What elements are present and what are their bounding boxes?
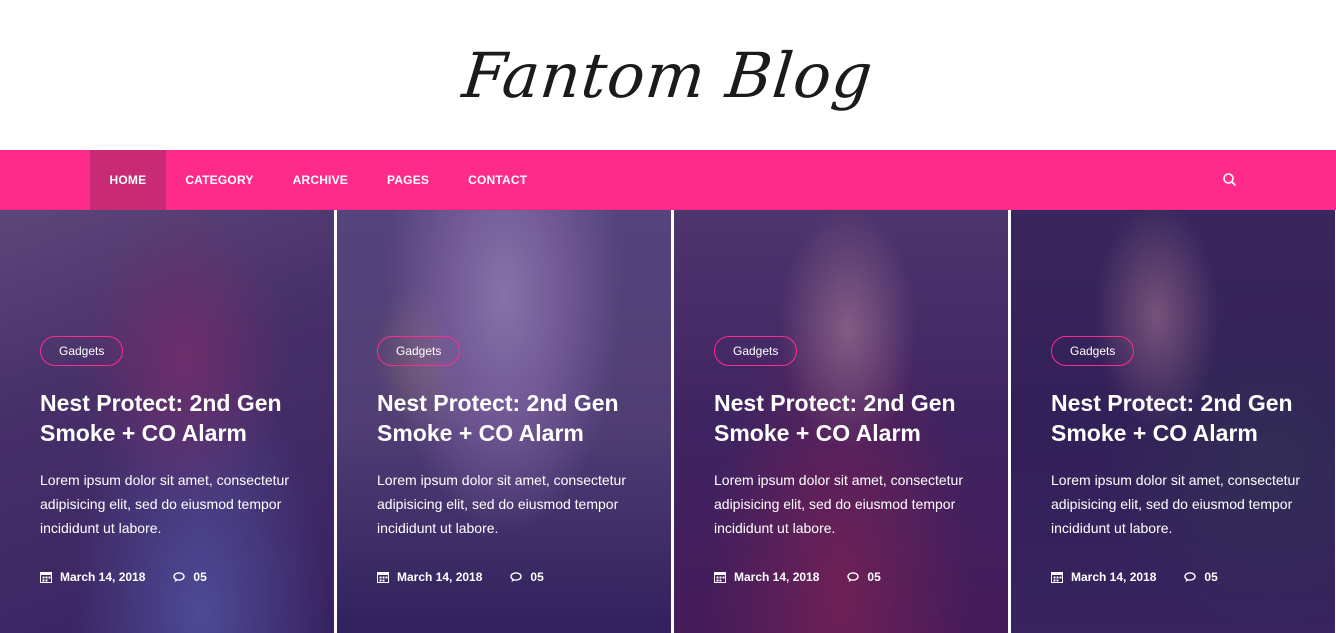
post-excerpt: Lorem ipsum dolor sit amet, consectetur … bbox=[714, 472, 963, 536]
post-date-text: March 14, 2018 bbox=[1071, 570, 1157, 584]
comments-icon bbox=[510, 572, 523, 582]
post-comments-count: 05 bbox=[530, 570, 544, 584]
nav-item-pages[interactable]: PAGES bbox=[368, 150, 449, 210]
post-meta: March 14, 2018 05 bbox=[377, 570, 655, 584]
post-comments-count: 05 bbox=[193, 570, 207, 584]
post-comments-count: 05 bbox=[1204, 570, 1218, 584]
post-tag[interactable]: Gadgets bbox=[714, 336, 798, 366]
post-title[interactable]: Nest Protect: 2nd Gen Smoke + CO Alarm bbox=[714, 388, 992, 448]
main-nav: HOME CATEGORY ARCHIVE PAGES CONTACT bbox=[0, 150, 1336, 210]
post-content: Gadgets Nest Protect: 2nd Gen Smoke + CO… bbox=[1051, 336, 1319, 584]
nav-item-category[interactable]: CATEGORY bbox=[166, 150, 273, 210]
post-date: March 14, 2018 bbox=[1051, 570, 1156, 584]
post-excerpt: Lorem ipsum dolor sit amet, consectetur … bbox=[40, 472, 289, 536]
post-meta: March 14, 2018 05 bbox=[1051, 570, 1319, 584]
post-meta: March 14, 2018 05 bbox=[714, 570, 992, 584]
post-card[interactable]: Gadgets Nest Protect: 2nd Gen Smoke + CO… bbox=[1011, 210, 1335, 633]
post-tag[interactable]: Gadgets bbox=[40, 336, 124, 366]
post-meta: March 14, 2018 05 bbox=[40, 570, 318, 584]
post-card[interactable]: Gadgets Nest Protect: 2nd Gen Smoke + CO… bbox=[0, 210, 334, 633]
nav-item-home[interactable]: HOME bbox=[90, 150, 166, 210]
post-tag[interactable]: Gadgets bbox=[1051, 336, 1135, 366]
post-comments[interactable]: 05 bbox=[847, 570, 881, 584]
post-content: Gadgets Nest Protect: 2nd Gen Smoke + CO… bbox=[714, 336, 992, 584]
post-content: Gadgets Nest Protect: 2nd Gen Smoke + CO… bbox=[377, 336, 655, 584]
post-date-text: March 14, 2018 bbox=[734, 570, 820, 584]
post-date: March 14, 2018 bbox=[714, 570, 819, 584]
nav-item-archive[interactable]: ARCHIVE bbox=[273, 150, 367, 210]
post-title[interactable]: Nest Protect: 2nd Gen Smoke + CO Alarm bbox=[377, 388, 655, 448]
post-comments-count: 05 bbox=[867, 570, 881, 584]
comments-icon bbox=[847, 572, 860, 582]
post-date-text: March 14, 2018 bbox=[397, 570, 483, 584]
comments-icon bbox=[1184, 572, 1197, 582]
post-excerpt: Lorem ipsum dolor sit amet, consectetur … bbox=[377, 472, 626, 536]
calendar-icon bbox=[377, 572, 389, 583]
calendar-icon bbox=[40, 572, 52, 583]
search-icon[interactable] bbox=[1220, 170, 1240, 190]
site-logo[interactable]: Fantom Blog bbox=[459, 39, 877, 112]
post-title[interactable]: Nest Protect: 2nd Gen Smoke + CO Alarm bbox=[1051, 388, 1319, 448]
post-date: March 14, 2018 bbox=[40, 570, 145, 584]
post-excerpt: Lorem ipsum dolor sit amet, consectetur … bbox=[1051, 472, 1300, 536]
post-comments[interactable]: 05 bbox=[510, 570, 544, 584]
comments-icon bbox=[173, 572, 186, 582]
post-tag[interactable]: Gadgets bbox=[377, 336, 461, 366]
site-header: Fantom Blog bbox=[0, 0, 1336, 150]
post-date-text: March 14, 2018 bbox=[60, 570, 146, 584]
post-title[interactable]: Nest Protect: 2nd Gen Smoke + CO Alarm bbox=[40, 388, 318, 448]
calendar-icon bbox=[714, 572, 726, 583]
calendar-icon bbox=[1051, 572, 1063, 583]
featured-posts: Gadgets Nest Protect: 2nd Gen Smoke + CO… bbox=[0, 210, 1336, 633]
post-card[interactable]: Gadgets Nest Protect: 2nd Gen Smoke + CO… bbox=[674, 210, 1008, 633]
nav-item-contact[interactable]: CONTACT bbox=[449, 150, 547, 210]
post-content: Gadgets Nest Protect: 2nd Gen Smoke + CO… bbox=[40, 336, 318, 584]
post-card[interactable]: Gadgets Nest Protect: 2nd Gen Smoke + CO… bbox=[337, 210, 671, 633]
post-comments[interactable]: 05 bbox=[1184, 570, 1218, 584]
post-comments[interactable]: 05 bbox=[173, 570, 207, 584]
post-date: March 14, 2018 bbox=[377, 570, 482, 584]
